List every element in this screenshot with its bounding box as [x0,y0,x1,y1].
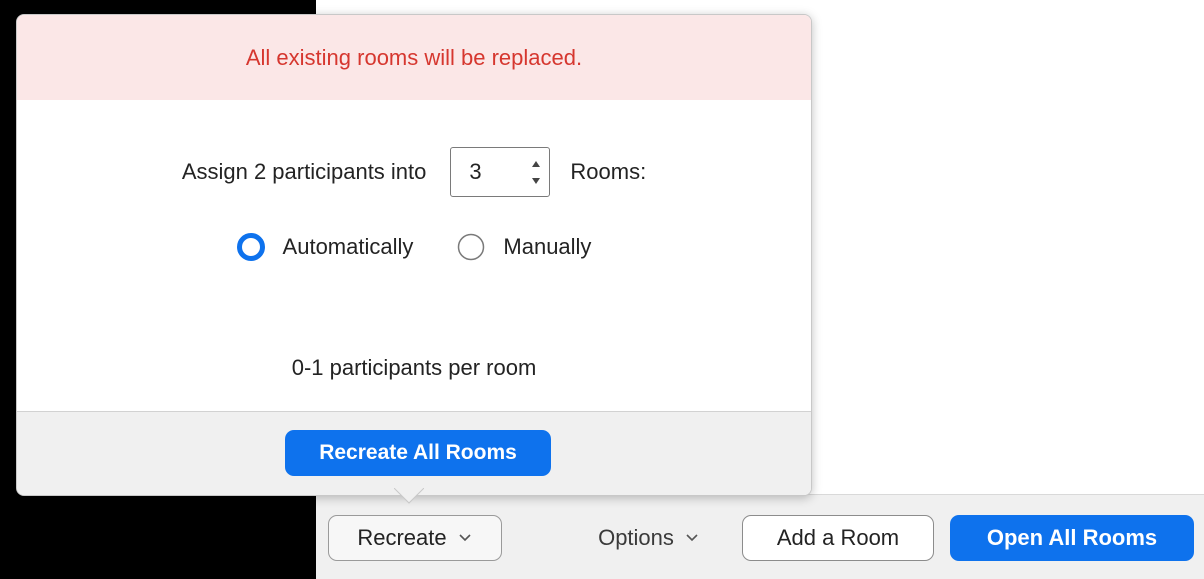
chevron-down-icon [459,534,471,542]
assign-prefix-label: Assign 2 participants into [181,159,427,184]
breakout-rooms-window: Recreate Options Add a Room Open All Roo… [0,0,1204,579]
open-all-rooms-button[interactable]: Open All Rooms [950,515,1194,561]
participants-per-room-text: 0-1 participants per room [291,355,537,380]
recreate-dropdown-button[interactable]: Recreate [328,515,502,561]
radio-manually[interactable]: Manually [457,233,591,261]
options-dropdown-button[interactable]: Options [574,515,724,561]
rooms-count-stepper[interactable]: 3 [450,147,551,197]
add-room-button[interactable]: Add a Room [742,515,934,561]
assign-participants-row: Assign 2 participants into 3 Rooms: [17,147,811,197]
radio-automatically[interactable]: Automatically [236,233,414,261]
recreate-all-rooms-button[interactable]: Recreate All Rooms [285,430,551,476]
caret-down-icon[interactable] [531,176,541,186]
recreate-button-label: Recreate [357,525,447,550]
popover-pointer [394,488,424,504]
recreate-rooms-popover: All existing rooms will be replaced. Ass… [16,14,812,496]
warning-text: All existing rooms will be replaced. [245,44,583,70]
open-all-rooms-button-label: Open All Rooms [986,525,1158,550]
options-button-label: Options [598,525,674,550]
chevron-down-icon [686,534,698,542]
assignment-mode-group: Automatically Manually [17,225,811,269]
radio-manually-label: Manually [503,234,592,259]
recreate-all-rooms-label: Recreate All Rooms [319,441,517,464]
rooms-count-value[interactable]: 3 [469,148,481,196]
popover-footer: Recreate All Rooms [17,411,811,495]
caret-up-icon[interactable] [531,159,541,169]
add-room-button-label: Add a Room [776,525,900,550]
radio-automatically-label: Automatically [282,234,414,259]
radio-selected-icon[interactable] [236,233,265,261]
radio-unselected-icon[interactable] [457,233,485,261]
warning-banner: All existing rooms will be replaced. [17,15,811,100]
rooms-suffix-label: Rooms: [570,159,647,184]
